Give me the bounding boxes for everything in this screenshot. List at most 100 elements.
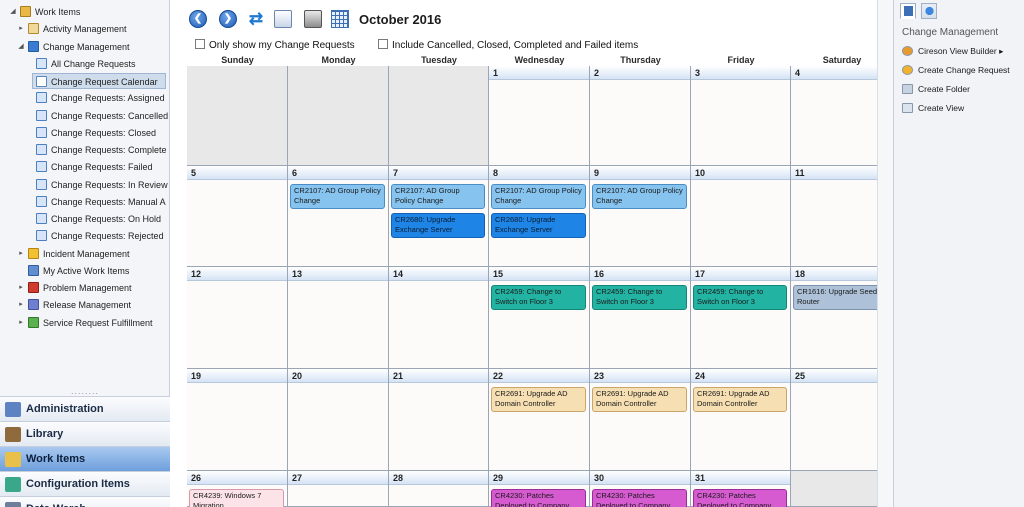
refresh-button[interactable]: ⇄ xyxy=(247,10,265,28)
day-cell-29[interactable]: 29 CR4230: Patches Deployed to Company xyxy=(489,471,590,507)
only-my-change-requests-checkbox[interactable]: Only show my Change Requests xyxy=(195,39,355,51)
day-cell-15[interactable]: 15 CR2459: Change to Switch on Floor 3 xyxy=(489,267,590,369)
day-cell-3[interactable]: 3 xyxy=(691,66,791,166)
day-cell-10[interactable]: 10 xyxy=(691,166,791,267)
tree-item-my-active-work-items[interactable]: My Active Work Items xyxy=(28,263,129,279)
tree-item-service-request-fulfillment[interactable]: ▸ Service Request Fulfillment xyxy=(19,315,153,331)
day-cell-17[interactable]: 17 CR2459: Change to Switch on Floor 3 xyxy=(691,267,791,369)
change-request-event[interactable]: CR2691: Upgrade AD Domain Controller Mem… xyxy=(592,387,687,412)
tree-item-change-requests-complete[interactable]: Change Requests: Complete xyxy=(36,142,167,158)
tree-expander-icon[interactable]: ▸ xyxy=(16,315,26,331)
help-tab[interactable] xyxy=(921,3,937,19)
change-request-event[interactable]: CR2680: Upgrade Exchange Server xyxy=(391,213,485,238)
change-request-event[interactable]: CR2107: AD Group Policy Change xyxy=(592,184,687,209)
tree-item-change-request-calendar[interactable]: Change Request Calendar xyxy=(32,73,166,89)
tasks-tab[interactable] xyxy=(900,3,916,19)
change-request-event[interactable]: CR4230: Patches Deployed to Company xyxy=(592,489,687,507)
tree-item-change-requests-in-review[interactable]: Change Requests: In Review xyxy=(36,177,168,193)
tree-expander-icon[interactable]: ▸ xyxy=(16,246,26,262)
tree-item-change-requests-assigned[interactable]: Change Requests: Assigned xyxy=(36,90,165,106)
day-number: 30 xyxy=(590,471,690,485)
day-cell-19[interactable]: 19 xyxy=(187,369,288,471)
tree-expander-icon[interactable]: ◢ xyxy=(16,39,26,55)
day-cell-9[interactable]: 9 CR2107: AD Group Policy Change xyxy=(590,166,691,267)
day-cell-8[interactable]: 8 CR2107: AD Group Policy Change CR2680: U… xyxy=(489,166,590,267)
previous-month-button[interactable]: ❮ xyxy=(189,10,207,28)
change-request-event[interactable]: CR4230: Patches Deployed to Company xyxy=(693,489,787,507)
change-request-event[interactable]: CR2107: AD Group Policy Change xyxy=(290,184,385,209)
tree-expander-icon[interactable]: ▸ xyxy=(16,280,26,296)
tree-item-all-change-requests[interactable]: All Change Requests xyxy=(36,56,136,72)
tree-expander-icon[interactable]: ▸ xyxy=(16,21,26,37)
calendar-view-button[interactable] xyxy=(331,10,349,28)
tree-item-change-management[interactable]: ◢ Change Management xyxy=(18,39,130,55)
day-cell-27[interactable]: 27 xyxy=(288,471,389,507)
workspace-library[interactable]: Library xyxy=(0,421,170,446)
checkbox-box[interactable] xyxy=(195,39,205,49)
tree-item-change-requests-cancelled[interactable]: Change Requests: Cancelled xyxy=(36,108,168,124)
task-create-folder[interactable]: Create Folder xyxy=(902,82,970,96)
change-request-event[interactable]: CR2459: Change to Switch on Floor 3 xyxy=(491,285,586,310)
day-cell-2[interactable]: 2 xyxy=(590,66,691,166)
include-closed-items-checkbox[interactable]: Include Cancelled, Closed, Completed and… xyxy=(378,39,638,51)
task-cireson-view-builder[interactable]: Cireson View Builder ▸ xyxy=(902,44,1003,58)
change-request-event[interactable]: CR2680: Upgrade Exchange Server xyxy=(491,213,586,238)
day-cell-16[interactable]: 16 CR2459: Change to Switch on Floor 3 xyxy=(590,267,691,369)
day-cell-22[interactable]: 22 CR2691: Upgrade AD Domain Controller M… xyxy=(489,369,590,471)
day-cell-23[interactable]: 23 CR2691: Upgrade AD Domain Controller M… xyxy=(590,369,691,471)
tree-item-problem-management[interactable]: ▸ Problem Management xyxy=(19,280,132,296)
tree-item-change-requests-closed[interactable]: Change Requests: Closed xyxy=(36,125,156,141)
tree-expander-icon[interactable]: ▸ xyxy=(16,297,26,313)
change-request-event[interactable]: CR4239: Windows 7 Migration xyxy=(189,489,284,507)
day-cell-26[interactable]: 26 CR4239: Windows 7 Migration xyxy=(187,471,288,507)
task-create-change-request[interactable]: Create Change Request xyxy=(902,63,1010,77)
change-request-event[interactable]: CR2691: Upgrade AD Domain Controller Mem… xyxy=(491,387,586,412)
tree-item-change-requests-rejected[interactable]: Change Requests: Rejected xyxy=(36,228,164,244)
change-request-event[interactable]: CR2459: Change to Switch on Floor 3 xyxy=(693,285,787,310)
vertical-scrollbar[interactable] xyxy=(877,0,893,507)
window-view-button[interactable] xyxy=(274,10,292,28)
day-cell-6[interactable]: 6 CR2107: AD Group Policy Change xyxy=(288,166,389,267)
day-number: 22 xyxy=(489,369,589,383)
tree-item-change-requests-manual-a[interactable]: Change Requests: Manual A xyxy=(36,194,166,210)
checkbox-box[interactable] xyxy=(378,39,388,49)
day-number: 12 xyxy=(187,267,287,281)
day-cell-12[interactable]: 12 xyxy=(187,267,288,369)
next-month-button[interactable]: ❯ xyxy=(219,10,237,28)
day-cell-28[interactable]: 28 xyxy=(389,471,489,507)
tree-item-change-requests-on-hold[interactable]: Change Requests: On Hold xyxy=(36,211,161,227)
workspace-work-items[interactable]: Work Items xyxy=(0,446,170,471)
workspace-data-wareh[interactable]: Data Wareh xyxy=(0,496,170,507)
tree-item-release-management[interactable]: ▸ Release Management xyxy=(19,297,131,313)
day-cell-20[interactable]: 20 xyxy=(288,369,389,471)
change-management-icon xyxy=(28,40,39,52)
calendar-view: ❮ ❯ ⇄ October 2016 Only show my Change Req… xyxy=(171,0,893,507)
change-request-event[interactable]: CR2107: AD Group Policy Change xyxy=(491,184,586,209)
change-request-event[interactable]: CR2691: Upgrade AD Domain Controller Mem… xyxy=(693,387,787,412)
pane-splitter-grip[interactable]: ........ xyxy=(0,386,170,396)
tree-item-incident-management[interactable]: ▸ Incident Management xyxy=(19,246,130,262)
workspace-configuration-items[interactable]: Configuration Items xyxy=(0,471,170,496)
day-number: 29 xyxy=(489,471,589,485)
task-create-view[interactable]: Create View xyxy=(902,101,964,115)
day-cell-13[interactable]: 13 xyxy=(288,267,389,369)
day-cell-5[interactable]: 5 xyxy=(187,166,288,267)
day-cell-14[interactable]: 14 xyxy=(389,267,489,369)
tree-item-activity-management[interactable]: ▸ Activity Management xyxy=(19,21,127,37)
day-cell-7[interactable]: 7 CR2107: AD Group Policy Change CR2680: U… xyxy=(389,166,489,267)
day-cell-31[interactable]: 31 CR4230: Patches Deployed to Company xyxy=(691,471,791,507)
day-cell-21[interactable]: 21 xyxy=(389,369,489,471)
day-cell-24[interactable]: 24 CR2691: Upgrade AD Domain Controller M… xyxy=(691,369,791,471)
tree-item-work-items[interactable]: ◢ Work Items xyxy=(10,4,80,20)
day-cell-30[interactable]: 30 CR4230: Patches Deployed to Company xyxy=(590,471,691,507)
change-request-event[interactable]: CR2459: Change to Switch on Floor 3 xyxy=(592,285,687,310)
arrow-right-icon: ❯ xyxy=(223,13,233,24)
change-request-event[interactable]: CR4230: Patches Deployed to Company xyxy=(491,489,586,507)
tree-expander-icon[interactable]: ◢ xyxy=(8,4,18,20)
change-request-event[interactable]: CR1616: Upgrade Seed Router xyxy=(793,285,889,310)
tree-item-change-requests-failed[interactable]: Change Requests: Failed xyxy=(36,159,153,175)
workspace-administration[interactable]: Administration xyxy=(0,396,170,421)
change-request-event[interactable]: CR2107: AD Group Policy Change xyxy=(391,184,485,209)
day-cell-1[interactable]: 1 xyxy=(489,66,590,166)
print-button[interactable] xyxy=(304,10,322,28)
